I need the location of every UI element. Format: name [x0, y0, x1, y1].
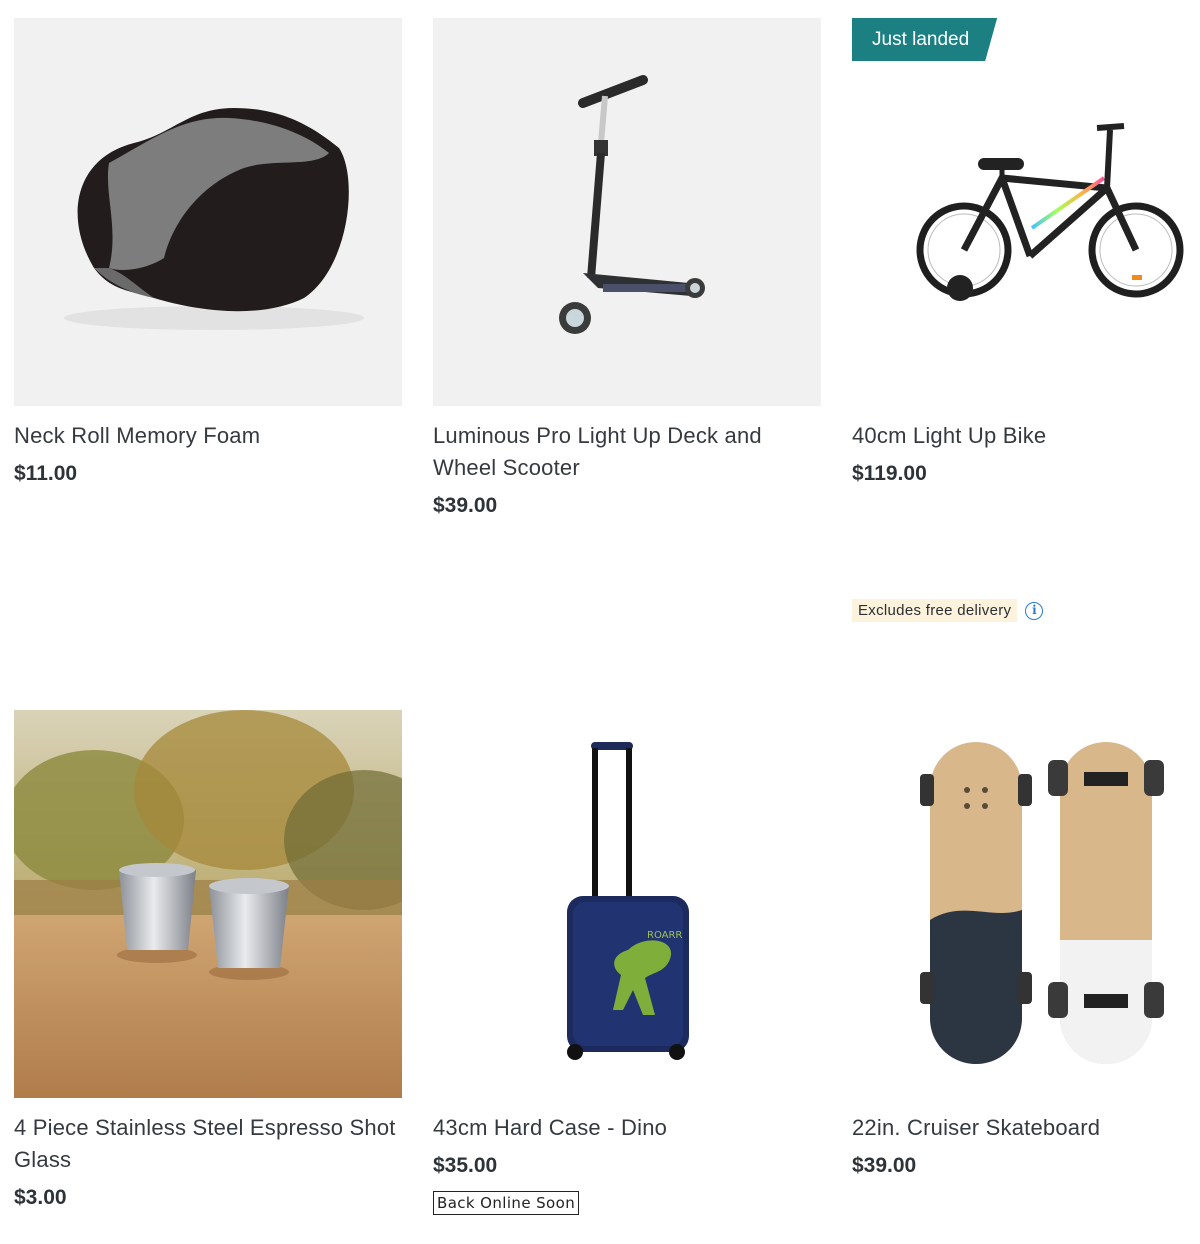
product-title[interactable]: Luminous Pro Light Up Deck and Wheel Sco…	[433, 420, 821, 484]
product-price: $39.00	[433, 494, 498, 517]
svg-text:ROARR: ROARR	[647, 930, 682, 941]
delivery-notice-text: Excludes free delivery	[852, 599, 1018, 622]
product-image[interactable]: Just landed	[852, 18, 1200, 406]
product-title[interactable]: 40cm Light Up Bike	[852, 420, 1200, 452]
product-image[interactable]	[14, 710, 402, 1098]
back-online-soon-badge: Back Online Soon	[433, 1191, 580, 1215]
product-price: $39.00	[852, 1154, 917, 1177]
product-image[interactable]	[433, 18, 821, 406]
delivery-notice: Excludes free delivery i	[852, 599, 1044, 622]
product-card[interactable]: ROARR 43cm Hard Case - Dino $35.00 Back …	[433, 710, 821, 1215]
product-price: $119.00	[852, 462, 927, 485]
product-title[interactable]: 22in. Cruiser Skateboard	[852, 1112, 1200, 1144]
just-landed-badge: Just landed	[852, 18, 997, 61]
product-price: $3.00	[14, 1186, 67, 1209]
product-card[interactable]: 22in. Cruiser Skateboard $39.00	[852, 710, 1200, 1178]
product-image[interactable]	[14, 18, 402, 406]
product-title[interactable]: 4 Piece Stainless Steel Espresso Shot Gl…	[14, 1112, 402, 1176]
product-title[interactable]: Neck Roll Memory Foam	[14, 420, 402, 452]
product-price: $11.00	[14, 462, 78, 485]
product-image[interactable]: ROARR	[433, 710, 821, 1098]
product-card[interactable]: Neck Roll Memory Foam $11.00	[14, 18, 402, 486]
info-icon[interactable]: i	[1025, 601, 1044, 620]
product-image[interactable]	[852, 710, 1200, 1098]
product-card[interactable]: Luminous Pro Light Up Deck and Wheel Sco…	[433, 18, 821, 518]
product-price: $35.00	[433, 1154, 498, 1177]
product-card[interactable]: Just landed 40cm Light Up Bike $119.00	[852, 18, 1200, 486]
product-title[interactable]: 43cm Hard Case - Dino	[433, 1112, 821, 1144]
product-card[interactable]: 4 Piece Stainless Steel Espresso Shot Gl…	[14, 710, 402, 1210]
